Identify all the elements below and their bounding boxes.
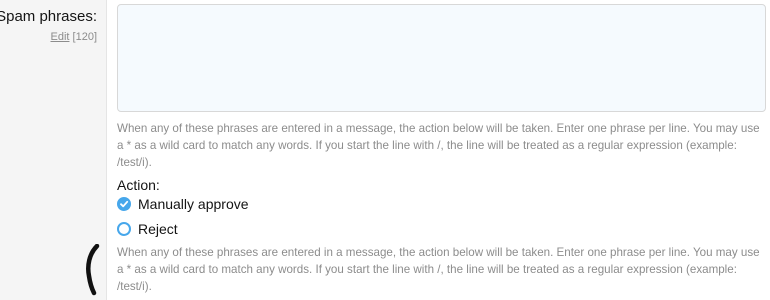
- field-label: Spam phrases:: [0, 8, 97, 25]
- radio-checked-icon[interactable]: [117, 197, 131, 211]
- radio-reject[interactable]: Reject: [117, 220, 178, 238]
- spam-phrases-textarea[interactable]: [117, 4, 766, 112]
- edit-link[interactable]: Edit: [51, 31, 70, 43]
- radio-label: Manually approve: [138, 196, 249, 212]
- radio-manually-approve[interactable]: Manually approve: [117, 195, 249, 213]
- field-sub-label: Edit [120]: [51, 31, 98, 43]
- phrase-count: [120]: [72, 31, 97, 43]
- radio-label: Reject: [138, 221, 178, 237]
- action-hint: When any of these phrases are entered in…: [117, 246, 760, 293]
- field-hint: When any of these phrases are entered in…: [117, 122, 760, 169]
- action-label: Action:: [117, 177, 160, 193]
- radio-unchecked-icon[interactable]: [117, 222, 131, 236]
- pen-mark-annotation: [86, 244, 100, 296]
